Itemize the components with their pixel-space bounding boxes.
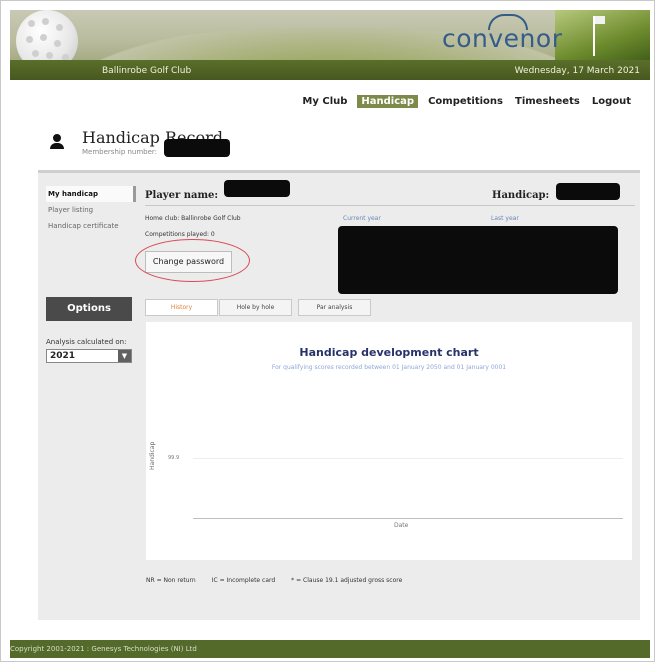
chart-subtitle: For qualifying scores recorded between 0… — [271, 364, 507, 371]
current-date: Wednesday, 17 March 2021 — [514, 66, 640, 76]
player-name-label: Player name: — [145, 190, 219, 201]
year-select[interactable]: 2021 ▼ — [46, 349, 132, 363]
chart-title: Handicap development chart — [299, 346, 479, 359]
sidebar-item-player-listing[interactable]: Player listing — [46, 202, 136, 218]
year-select-value: 2021 — [50, 351, 76, 361]
nav-handicap[interactable]: Handicap — [357, 95, 419, 108]
legend: NR = Non return IC = Incomplete card * =… — [146, 577, 402, 584]
analysis-label: Analysis calculated on: — [46, 338, 127, 346]
options-header: Options — [46, 297, 132, 321]
chevron-down-icon[interactable]: ▼ — [118, 350, 131, 362]
divider — [145, 205, 635, 206]
tab-par-analysis[interactable]: Par analysis — [298, 299, 371, 316]
golf-green-image — [555, 10, 650, 62]
home-club: Home club: Ballinrobe Golf Club — [145, 215, 241, 222]
tab-hole-by-hole[interactable]: Hole by hole — [219, 299, 292, 316]
redacted-membership-number — [164, 139, 230, 157]
legend-clause: * = Clause 19.1 adjusted gross score — [291, 577, 403, 584]
y-tick-label: 99.9 — [168, 455, 180, 461]
club-name: Ballinrobe Golf Club — [102, 66, 192, 76]
tab-history[interactable]: History — [145, 299, 218, 316]
current-year-link[interactable]: Current year — [343, 215, 381, 222]
last-year-link[interactable]: Last year — [491, 215, 519, 222]
convenor-logo[interactable]: convenor — [442, 24, 562, 53]
page-header: Handicap Record Membership number: — [38, 122, 638, 170]
redacted-player-name — [224, 180, 290, 197]
redacted-handicap-value — [556, 183, 620, 200]
nav-my-club[interactable]: My Club — [300, 95, 349, 108]
nav-logout[interactable]: Logout — [590, 95, 633, 108]
redacted-year-stats — [338, 226, 618, 294]
nav-competitions[interactable]: Competitions — [426, 95, 505, 108]
footer: Copyright 2001-2021 : Genesys Technologi… — [10, 640, 650, 658]
sidebar-item-my-handicap[interactable]: My handicap — [46, 186, 136, 202]
x-axis-label: Date — [394, 522, 409, 529]
legend-nr: NR = Non return — [146, 577, 196, 584]
membership-label: Membership number: — [82, 148, 158, 156]
sidebar-item-handicap-certificate[interactable]: Handicap certificate — [46, 218, 136, 234]
highlight-circle — [135, 239, 250, 282]
sidebar-nav: My handicap Player listing Handicap cert… — [46, 186, 136, 234]
y-axis-label: Handicap — [149, 441, 156, 470]
top-nav: My Club Handicap Competitions Timesheets… — [300, 95, 633, 108]
competitions-played: Competitions played: 0 — [145, 231, 215, 238]
legend-ic: IC = Incomplete card — [211, 577, 276, 584]
header-banner: convenor Ballinrobe Golf Club Wednesday,… — [10, 10, 650, 80]
nav-timesheets[interactable]: Timesheets — [513, 95, 582, 108]
handicap-chart: Handicap development chart For qualifyin… — [146, 322, 632, 560]
x-axis — [193, 518, 623, 519]
chart-gridline — [193, 458, 623, 459]
person-icon — [50, 134, 64, 150]
handicap-label: Handicap: — [492, 190, 550, 201]
